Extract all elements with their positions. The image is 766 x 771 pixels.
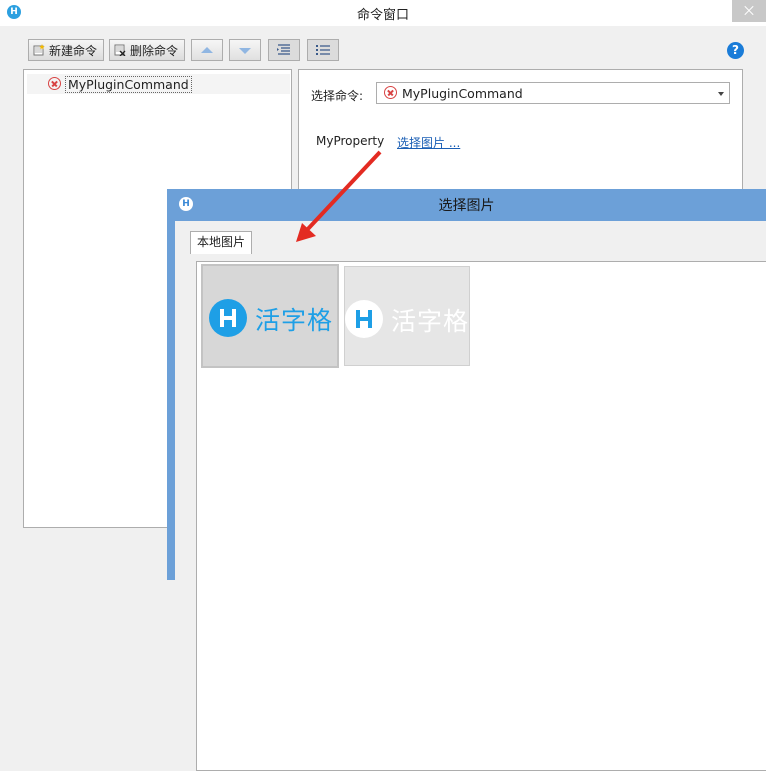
annotation-arrow [296, 150, 382, 242]
